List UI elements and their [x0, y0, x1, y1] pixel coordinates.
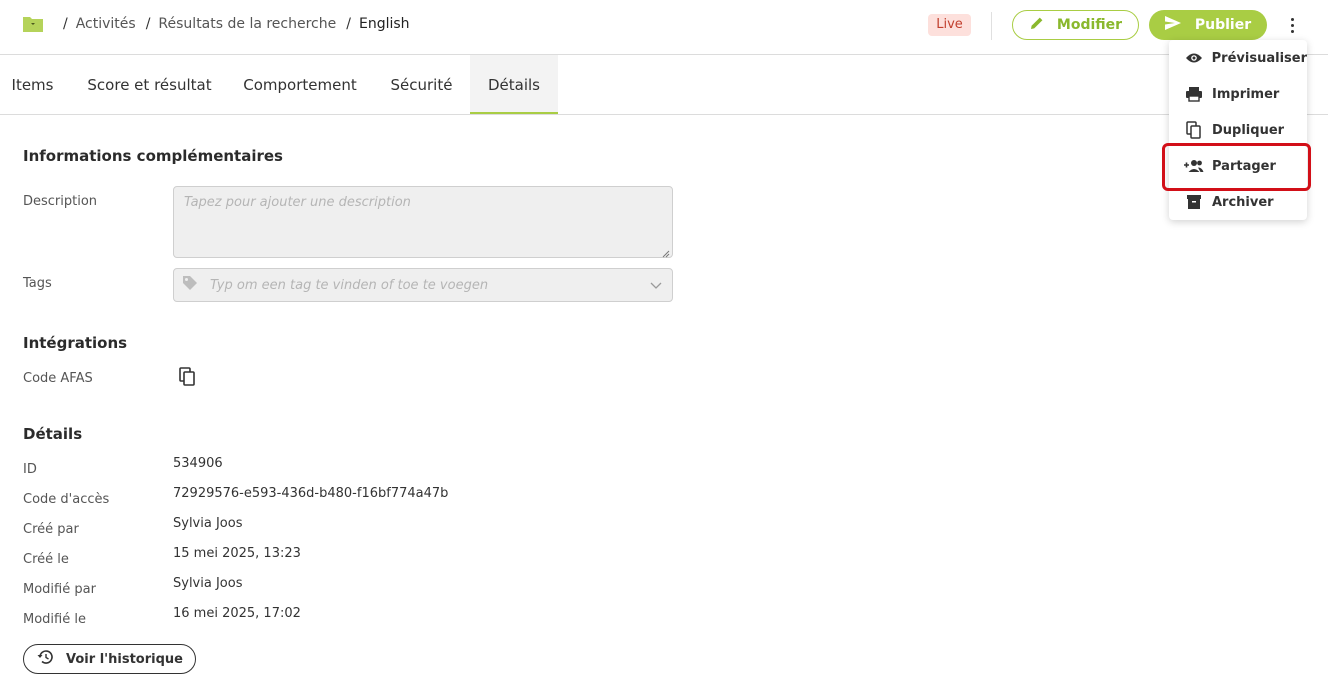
publish-button-label: Publier [1194, 17, 1252, 33]
printer-icon [1184, 85, 1204, 103]
modify-button[interactable]: Modifier [1012, 10, 1139, 40]
menu-item-label: Dupliquer [1212, 122, 1285, 138]
folder-icon[interactable] [22, 15, 44, 33]
resize-grip-icon[interactable] [662, 247, 670, 258]
highlight-box [1162, 143, 1311, 191]
detail-value-access-code: 72929576-e593-436d-b480-f16bf774a47b [173, 486, 449, 501]
more-options-icon[interactable] [1282, 14, 1302, 36]
detail-value-created-on: 15 mei 2025, 13:23 [173, 546, 301, 561]
menu-item-label: Archiver [1212, 194, 1274, 210]
section-title-integrations: Intégrations [23, 334, 128, 352]
detail-label-created-by: Créé par [23, 522, 79, 537]
actions-menu: Prévisualiser Imprimer Dupliquer Partage… [1169, 40, 1307, 220]
chevron-down-icon[interactable] [650, 279, 662, 294]
breadcrumb: / Activités / Résultats de la recherche … [63, 16, 410, 32]
tags-label: Tags [23, 276, 52, 291]
tab-items[interactable]: Items [0, 55, 65, 114]
tab-security[interactable]: Sécurité [380, 55, 463, 114]
detail-value-created-by: Sylvia Joos [173, 516, 243, 531]
detail-label-modified-on: Modifié le [23, 612, 86, 627]
history-icon [36, 649, 54, 669]
detail-label-created-on: Créé le [23, 552, 69, 567]
copy-icon[interactable] [179, 367, 197, 391]
menu-item-label: Prévisualiser [1211, 50, 1307, 66]
top-bar: / Activités / Résultats de la recherche … [0, 0, 1328, 55]
afas-code-label: Code AFAS [23, 371, 93, 386]
archive-icon [1184, 193, 1204, 211]
view-history-label: Voir l'historique [66, 651, 183, 667]
detail-value-modified-on: 16 mei 2025, 17:02 [173, 606, 301, 621]
detail-label-access-code: Code d'accès [23, 492, 110, 507]
detail-label-id: ID [23, 462, 37, 477]
menu-item-preview[interactable]: Prévisualiser [1169, 40, 1307, 76]
tab-score[interactable]: Score et résultat [72, 55, 227, 114]
status-badge: Live [928, 14, 971, 36]
description-label: Description [23, 194, 98, 209]
tags-placeholder: Typ om een tag te vinden of toe te voege… [210, 277, 489, 293]
description-placeholder: Tapez pour ajouter une description [184, 195, 411, 210]
breadcrumb-item-search-results[interactable]: Résultats de la recherche [158, 16, 336, 32]
menu-item-print[interactable]: Imprimer [1169, 76, 1307, 112]
breadcrumb-item-activites[interactable]: Activités [76, 16, 136, 32]
section-title-details: Détails [23, 425, 83, 443]
description-field[interactable]: Tapez pour ajouter une description [173, 186, 673, 258]
view-history-button[interactable]: Voir l'historique [23, 644, 196, 674]
copy-icon [1184, 121, 1204, 139]
divider [991, 12, 992, 40]
detail-label-modified-by: Modifié par [23, 582, 96, 597]
tab-behavior[interactable]: Comportement [234, 55, 366, 114]
menu-item-label: Imprimer [1212, 86, 1280, 102]
tab-bar: Items Score et résultat Comportement Séc… [0, 55, 1328, 115]
detail-value-id: 534906 [173, 456, 223, 471]
send-icon [1164, 16, 1181, 34]
breadcrumb-item-current: English [358, 16, 410, 32]
tag-icon [182, 275, 198, 295]
detail-value-modified-by: Sylvia Joos [173, 576, 243, 591]
section-title-info: Informations complémentaires [23, 147, 283, 165]
publish-button[interactable]: Publier [1149, 10, 1267, 40]
modify-button-label: Modifier [1056, 17, 1123, 33]
tab-details[interactable]: Détails [470, 55, 558, 114]
pencil-icon [1029, 15, 1045, 35]
eye-icon [1184, 49, 1204, 67]
tags-input[interactable]: Typ om een tag te vinden of toe te voege… [173, 268, 673, 302]
